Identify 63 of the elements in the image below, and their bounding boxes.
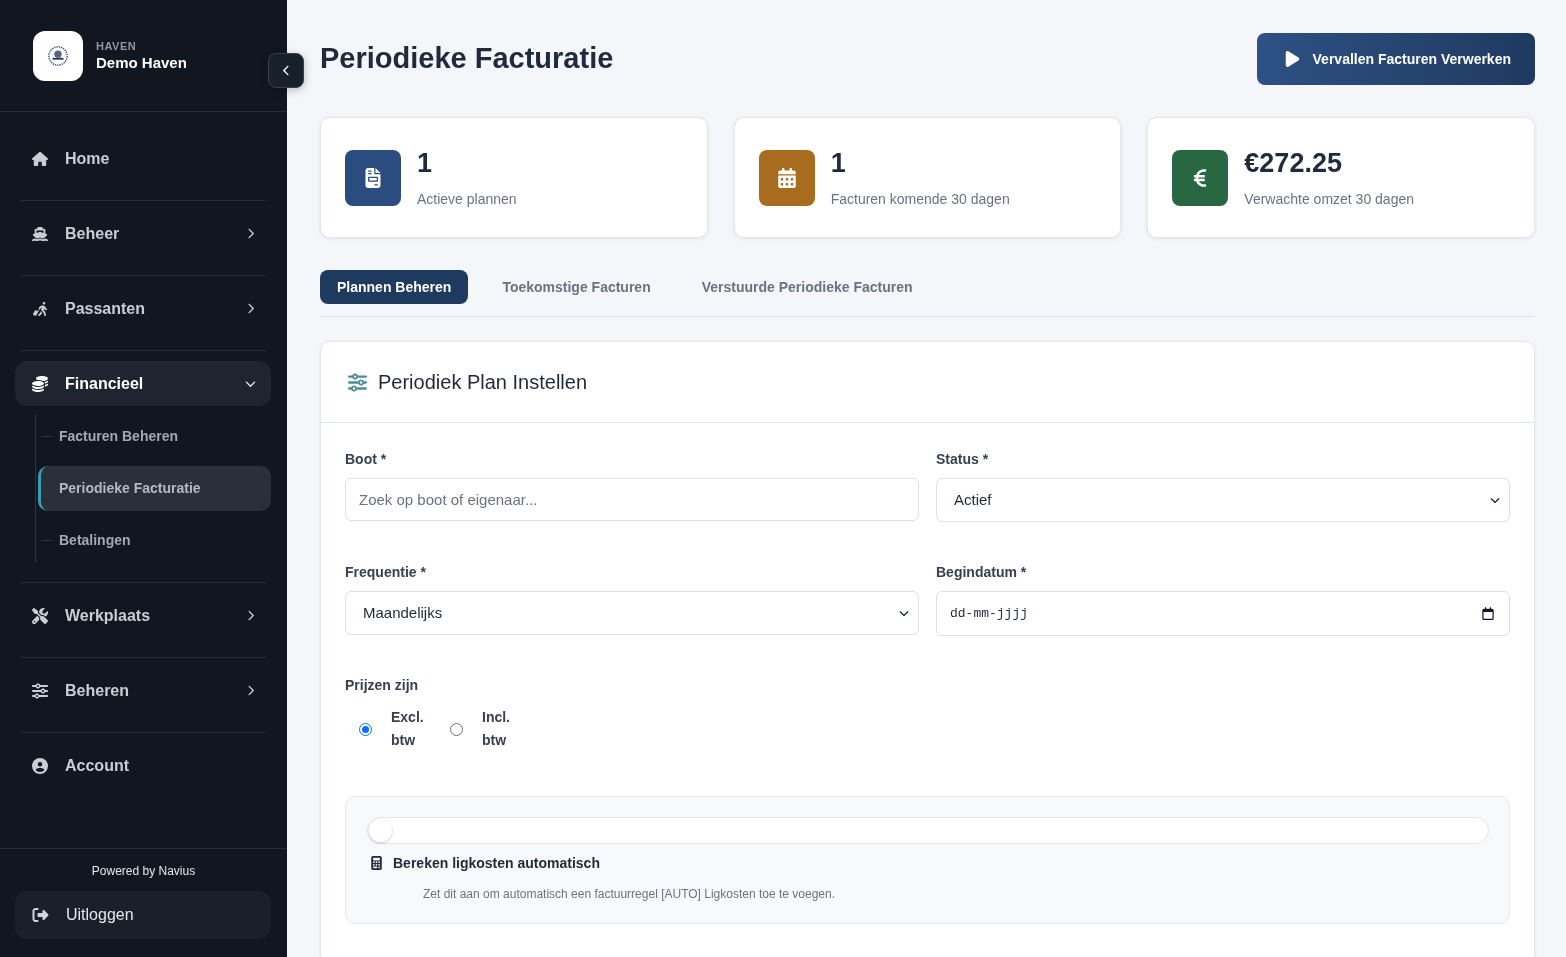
- logout-icon: [32, 907, 49, 923]
- calculator-icon: [371, 856, 382, 870]
- tab[interactable]: Verstuurde Periodieke Facturen: [684, 270, 930, 304]
- radio-button[interactable]: [450, 722, 463, 736]
- chevron-down-icon: [899, 608, 909, 618]
- stat-value: 1: [830, 146, 846, 179]
- toggle-switch[interactable]: [367, 817, 1489, 844]
- chevron-right-icon: [245, 685, 256, 696]
- nav-item[interactable]: Home: [15, 136, 271, 181]
- nav-item[interactable]: Werkplaats: [15, 593, 271, 638]
- search-field[interactable]: Zoek op boot of eigenaar...: [345, 478, 919, 521]
- collapse-button[interactable]: [268, 53, 304, 88]
- field-label: Prijzen zijn: [345, 676, 419, 695]
- page-title: Periodieke Facturatie: [320, 41, 614, 77]
- tab[interactable]: Toekomstige Facturen: [485, 270, 668, 304]
- stat-label: Facturen komende 30 dagen: [830, 189, 1010, 209]
- play-icon: [1283, 50, 1301, 68]
- radio-label: Incl. btw: [482, 708, 511, 750]
- ship-icon: [32, 225, 48, 242]
- walking-person-icon: [32, 300, 48, 317]
- date-field[interactable]: dd-mm-jjjj: [936, 591, 1510, 636]
- brand-kicker: HAVEN: [96, 38, 137, 53]
- chevron-right-icon: [245, 228, 256, 239]
- toggle-description: Zet dit aan om automatisch een factuurregel [AUTO] Ligkosten toe te voegen.: [423, 886, 835, 902]
- field-label: Status *: [936, 450, 989, 469]
- tab[interactable]: Plannen Beheren: [320, 270, 469, 304]
- nav-item[interactable]: Beheren: [15, 668, 271, 713]
- stat-label: Actieve plannen: [417, 189, 517, 209]
- chevron-right-icon: [245, 303, 256, 314]
- calendar-icon: [1482, 607, 1494, 620]
- chevron-down-icon: [1490, 495, 1500, 505]
- tools-icon: [32, 607, 48, 624]
- radio-button[interactable]: [359, 722, 372, 736]
- field-label: Frequentie *: [345, 563, 426, 582]
- logout-button[interactable]: Uitloggen: [15, 891, 271, 939]
- stat-label: Verwachte omzet 30 dagen: [1244, 189, 1414, 209]
- process-button[interactable]: Vervallen Facturen Verwerken: [1256, 33, 1535, 85]
- logo-icon: [33, 30, 83, 81]
- select-field[interactable]: Maandelijks: [345, 591, 919, 635]
- coins-icon: [32, 375, 48, 392]
- sliders-icon: [347, 372, 368, 392]
- sliders-icon: [32, 682, 48, 699]
- select-field[interactable]: Actief: [936, 478, 1510, 522]
- brand-name: Demo Haven: [96, 52, 187, 73]
- field-label: Boot *: [345, 450, 387, 469]
- nav-item[interactable]: Financieel: [15, 361, 271, 406]
- nav-item[interactable]: Passanten: [15, 286, 271, 331]
- submenu-item[interactable]: Periodieke Facturatie: [38, 466, 271, 511]
- stat-value: 1: [417, 146, 433, 179]
- toggle-title: Bereken ligkosten automatisch: [393, 854, 600, 873]
- house-icon: [32, 150, 48, 167]
- stat-value: €272.25: [1244, 146, 1342, 179]
- field-label: Begindatum *: [936, 563, 1027, 582]
- submenu-item[interactable]: Facturen Beheren: [38, 414, 271, 459]
- powered-by-text: Powered by Navius: [91, 863, 196, 879]
- chevron-left-icon: [280, 65, 292, 76]
- nav-item[interactable]: Beheer: [15, 211, 271, 256]
- chevron-down-icon: [245, 378, 256, 389]
- nav-item[interactable]: Account: [15, 743, 271, 788]
- submenu-item[interactable]: Betalingen: [38, 518, 271, 563]
- chevron-right-icon: [245, 610, 256, 621]
- form-title: Periodiek Plan Instellen: [378, 370, 587, 395]
- radio-label: Excl. btw: [391, 708, 425, 750]
